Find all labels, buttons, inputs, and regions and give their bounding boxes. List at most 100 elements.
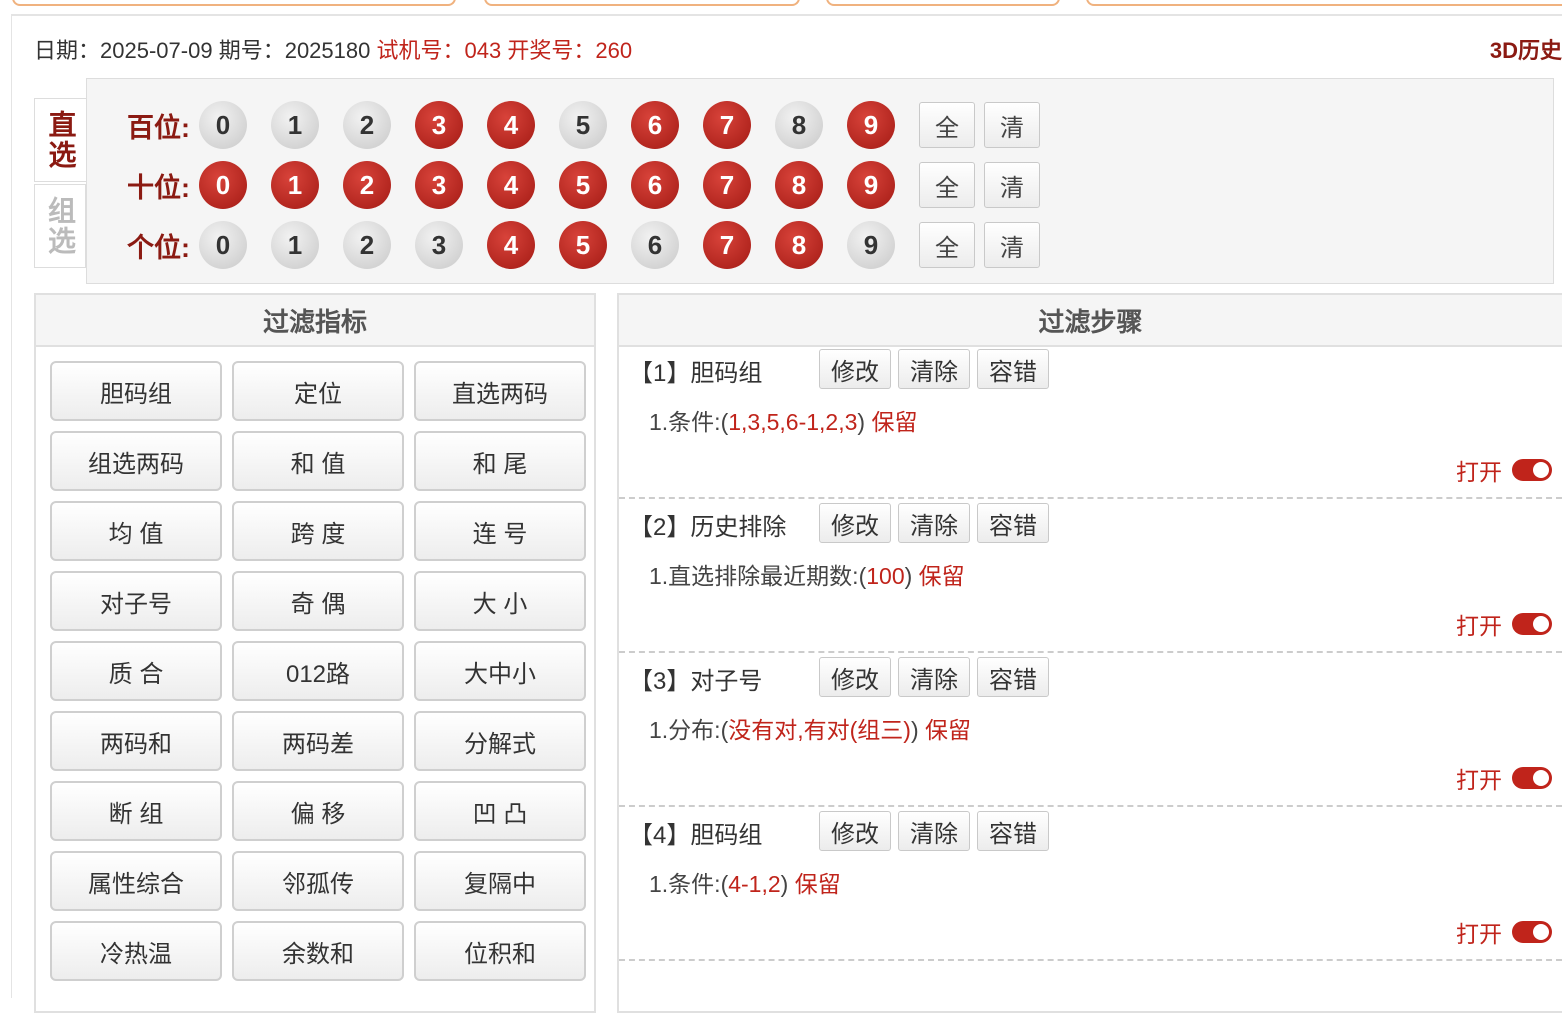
number-ball[interactable]: 0 bbox=[199, 161, 247, 209]
number-ball[interactable]: 2 bbox=[343, 221, 391, 269]
clear-step-button[interactable]: 清除 bbox=[898, 657, 970, 697]
number-ball[interactable]: 5 bbox=[559, 221, 607, 269]
toggle-switch-icon[interactable] bbox=[1512, 767, 1552, 789]
select-all-button[interactable]: 全 bbox=[919, 102, 975, 148]
trial-label: 试机号： bbox=[376, 38, 465, 63]
history-link[interactable]: 3D历史 bbox=[1490, 33, 1562, 65]
number-ball[interactable]: 9 bbox=[847, 161, 895, 209]
step-toggle[interactable]: 打开 bbox=[1456, 761, 1552, 795]
filter-indicator-button[interactable]: 两码和 bbox=[50, 711, 222, 771]
number-ball[interactable]: 5 bbox=[559, 161, 607, 209]
edit-step-button[interactable]: 修改 bbox=[819, 349, 891, 389]
select-all-button[interactable]: 全 bbox=[919, 222, 975, 268]
tolerance-button[interactable]: 容错 bbox=[977, 503, 1049, 543]
filter-indicator-button[interactable]: 凹 凸 bbox=[414, 781, 586, 841]
edit-step-button[interactable]: 修改 bbox=[819, 811, 891, 851]
filter-indicator-button[interactable]: 邻孤传 bbox=[232, 851, 404, 911]
filter-indicator-button[interactable]: 胆码组 bbox=[50, 361, 222, 421]
number-ball[interactable]: 8 bbox=[775, 101, 823, 149]
filter-indicator-button[interactable]: 大中小 bbox=[414, 641, 586, 701]
steps-panel-title: 过滤步骤 bbox=[619, 295, 1562, 347]
toggle-switch-icon[interactable] bbox=[1512, 613, 1552, 635]
number-ball[interactable]: 9 bbox=[847, 221, 895, 269]
number-ball[interactable]: 3 bbox=[415, 221, 463, 269]
clear-row-button[interactable]: 清 bbox=[984, 222, 1040, 268]
filter-indicator-button[interactable]: 复隔中 bbox=[414, 851, 586, 911]
filter-indicator-button[interactable]: 分解式 bbox=[414, 711, 586, 771]
filter-indicator-button[interactable]: 和 尾 bbox=[414, 431, 586, 491]
number-ball[interactable]: 9 bbox=[847, 101, 895, 149]
issue-value: 2025180 bbox=[284, 38, 371, 63]
filter-indicator-button[interactable]: 偏 移 bbox=[232, 781, 404, 841]
number-ball[interactable]: 6 bbox=[631, 221, 679, 269]
filter-indicator-button[interactable]: 连 号 bbox=[414, 501, 586, 561]
number-ball[interactable]: 1 bbox=[271, 221, 319, 269]
filter-indicator-button[interactable]: 跨 度 bbox=[232, 501, 404, 561]
filter-step: 【2】历史排除 修改 清除 容错 1.直选排除最近期数:(100) 保留 打开 bbox=[619, 499, 1562, 653]
tolerance-button[interactable]: 容错 bbox=[977, 349, 1049, 389]
top-nav-tab-3[interactable] bbox=[826, 0, 1060, 6]
clear-step-button[interactable]: 清除 bbox=[898, 503, 970, 543]
filter-indicator-button[interactable]: 直选两码 bbox=[414, 361, 586, 421]
filter-indicator-button[interactable]: 属性综合 bbox=[50, 851, 222, 911]
filter-indicator-button[interactable]: 对子号 bbox=[50, 571, 222, 631]
filter-indicator-button[interactable]: 奇 偶 bbox=[232, 571, 404, 631]
filter-indicator-button[interactable]: 冷热温 bbox=[50, 921, 222, 981]
number-ball[interactable]: 0 bbox=[199, 101, 247, 149]
filter-indicator-button[interactable]: 大 小 bbox=[414, 571, 586, 631]
tolerance-button[interactable]: 容错 bbox=[977, 811, 1049, 851]
number-ball[interactable]: 6 bbox=[631, 101, 679, 149]
clear-row-button[interactable]: 清 bbox=[984, 102, 1040, 148]
edit-step-button[interactable]: 修改 bbox=[819, 657, 891, 697]
filter-indicator-button[interactable]: 组选两码 bbox=[50, 431, 222, 491]
filter-indicator-button[interactable]: 和 值 bbox=[232, 431, 404, 491]
number-ball[interactable]: 8 bbox=[775, 221, 823, 269]
number-ball[interactable]: 7 bbox=[703, 101, 751, 149]
number-ball[interactable]: 7 bbox=[703, 221, 751, 269]
number-ball[interactable]: 3 bbox=[415, 161, 463, 209]
number-ball[interactable]: 1 bbox=[271, 161, 319, 209]
number-ball[interactable]: 3 bbox=[415, 101, 463, 149]
number-ball[interactable]: 4 bbox=[487, 161, 535, 209]
number-ball[interactable]: 5 bbox=[559, 101, 607, 149]
filter-indicator-button[interactable]: 012路 bbox=[232, 641, 404, 701]
number-ball[interactable]: 2 bbox=[343, 161, 391, 209]
number-ball[interactable]: 4 bbox=[487, 221, 535, 269]
toggle-switch-icon[interactable] bbox=[1512, 459, 1552, 481]
filter-indicator-button[interactable]: 断 组 bbox=[50, 781, 222, 841]
number-ball[interactable]: 7 bbox=[703, 161, 751, 209]
step-toggle[interactable]: 打开 bbox=[1456, 453, 1552, 487]
top-nav-tab-2[interactable] bbox=[484, 0, 800, 6]
tolerance-button[interactable]: 容错 bbox=[977, 657, 1049, 697]
toggle-label: 打开 bbox=[1456, 921, 1502, 947]
clear-step-button[interactable]: 清除 bbox=[898, 811, 970, 851]
filter-indicator-button[interactable]: 均 值 bbox=[50, 501, 222, 561]
filter-indicator-button[interactable]: 两码差 bbox=[232, 711, 404, 771]
issue-label: 期号： bbox=[218, 38, 285, 63]
number-ball[interactable]: 0 bbox=[199, 221, 247, 269]
condition-value: 没有对,有对(组三) bbox=[728, 717, 911, 743]
filter-indicator-button[interactable]: 余数和 bbox=[232, 921, 404, 981]
draw-info: 日期：2025-07-09 期号：2025180 试机号：043 开奖号：260 bbox=[34, 33, 632, 65]
condition-action: 保留 bbox=[794, 871, 841, 897]
edit-step-button[interactable]: 修改 bbox=[819, 503, 891, 543]
number-ball[interactable]: 2 bbox=[343, 101, 391, 149]
filter-indicator-button[interactable]: 定位 bbox=[232, 361, 404, 421]
clear-step-button[interactable]: 清除 bbox=[898, 349, 970, 389]
filter-indicator-button[interactable]: 位积和 bbox=[414, 921, 586, 981]
toggle-switch-icon[interactable] bbox=[1512, 921, 1552, 943]
condition-prefix: 1.直选排除最近期数:( bbox=[649, 563, 867, 589]
step-toggle[interactable]: 打开 bbox=[1456, 607, 1552, 641]
number-ball[interactable]: 1 bbox=[271, 101, 319, 149]
step-toggle[interactable]: 打开 bbox=[1456, 915, 1552, 949]
number-ball[interactable]: 8 bbox=[775, 161, 823, 209]
top-nav-tab-4[interactable] bbox=[1086, 0, 1562, 6]
top-nav-tab-1[interactable] bbox=[12, 0, 456, 6]
clear-row-button[interactable]: 清 bbox=[984, 162, 1040, 208]
select-all-button[interactable]: 全 bbox=[919, 162, 975, 208]
tab-group[interactable]: 组选 bbox=[34, 184, 86, 268]
filter-indicator-button[interactable]: 质 合 bbox=[50, 641, 222, 701]
tab-direct[interactable]: 直选 bbox=[34, 98, 86, 182]
number-ball[interactable]: 6 bbox=[631, 161, 679, 209]
number-ball[interactable]: 4 bbox=[487, 101, 535, 149]
